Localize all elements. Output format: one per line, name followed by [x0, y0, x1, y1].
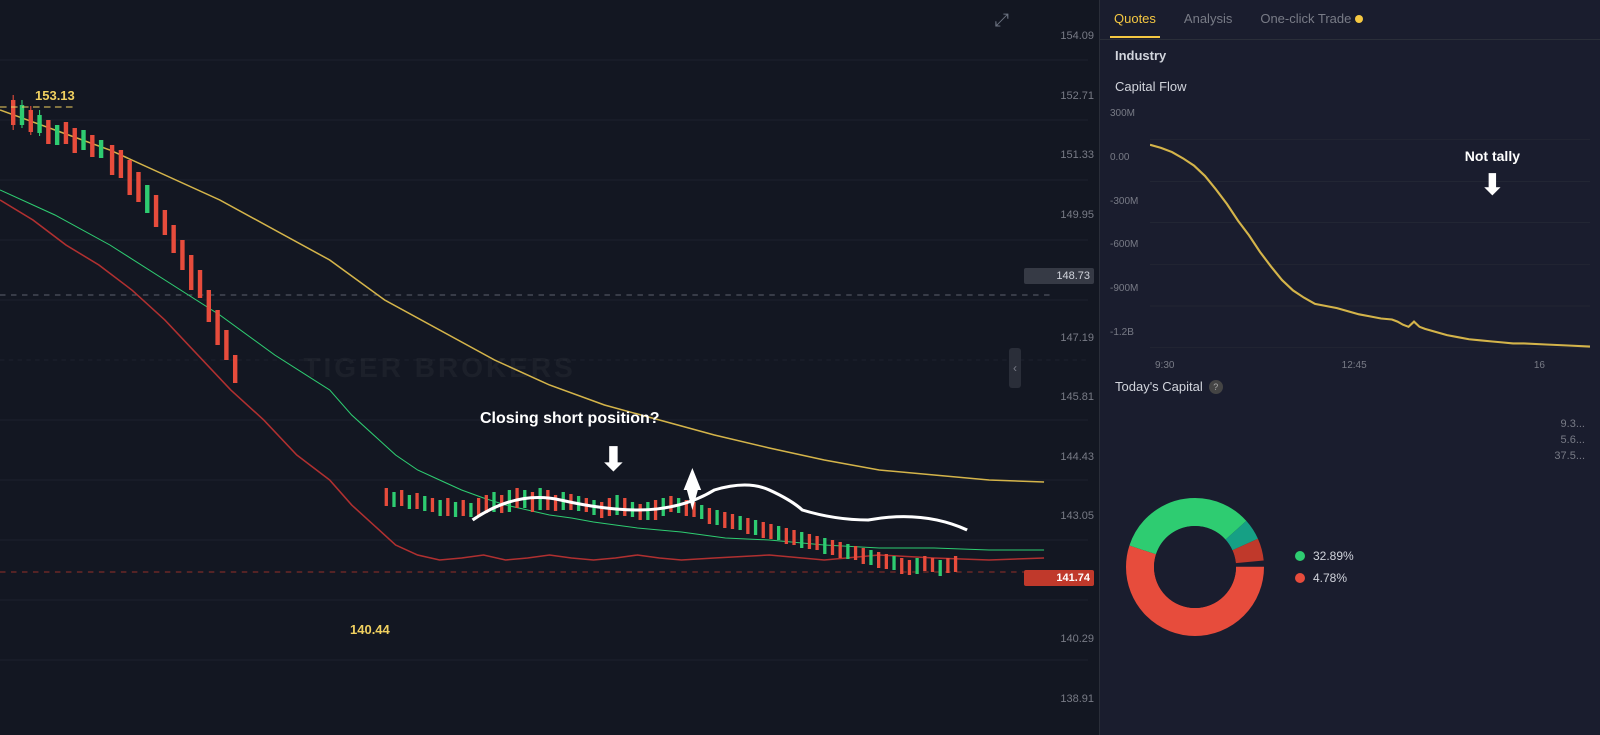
donut-area: 32.89% 4.78% 9.3... 5.6... 37.5... — [1100, 398, 1600, 735]
toggle-dot-icon — [1355, 15, 1363, 23]
legend-item-green: 32.89% — [1295, 549, 1354, 563]
price-label: 138.91 — [1024, 693, 1094, 705]
flow-y-label: 300M — [1110, 108, 1138, 119]
todays-capital-title: Today's Capital — [1115, 379, 1203, 394]
legend-dot-red — [1295, 573, 1305, 583]
flow-chart-svg — [1150, 98, 1590, 358]
right-panel: Quotes Analysis One-click Trade Industry… — [1100, 0, 1600, 735]
price-label: 147.19 — [1024, 332, 1094, 344]
legend-pct-green: 32.89% — [1313, 549, 1354, 563]
collapse-icon: ‹ — [1013, 361, 1017, 375]
legend-item-red: 4.78% — [1295, 571, 1354, 585]
price-label-red: 141.74 — [1024, 570, 1094, 586]
tab-one-click-trade[interactable]: One-click Trade — [1256, 1, 1367, 38]
tab-analysis[interactable]: Analysis — [1180, 1, 1236, 38]
donut-legend: 32.89% 4.78% — [1295, 549, 1354, 585]
price-axis: 154.09 152.71 151.33 149.95 148.73 147.1… — [1019, 0, 1099, 735]
legend-pct-red: 4.78% — [1313, 571, 1347, 585]
donut-chart — [1115, 487, 1275, 647]
sub-header: Industry — [1100, 40, 1600, 71]
legend-dot-green — [1295, 551, 1305, 561]
flow-y-label: 0.00 — [1110, 152, 1138, 163]
yellow-label-low: 140.44 — [350, 622, 390, 637]
chart-svg — [0, 0, 1099, 735]
flow-x-label-end: 16 — [1534, 360, 1545, 371]
price-label: 143.05 — [1024, 510, 1094, 522]
price-label: 140.29 — [1024, 633, 1094, 645]
flow-y-label: -1.2B — [1110, 327, 1138, 338]
capital-flow-title: Capital Flow — [1100, 71, 1600, 98]
right-numbers: 9.3... 5.6... 37.5... — [1554, 418, 1585, 462]
flow-x-label-mid: 12:45 — [1342, 360, 1367, 371]
chart-area: ⤢ TIGER BROKERS — [0, 0, 1100, 735]
tab-one-click-trade-label: One-click Trade — [1260, 11, 1351, 26]
price-label: 152.71 — [1024, 90, 1094, 102]
tabs-bar: Quotes Analysis One-click Trade — [1100, 0, 1600, 40]
flow-chart-area: 300M 0.00 -300M -600M -900M -1.2B Not ta… — [1100, 98, 1600, 358]
flow-y-label: -600M — [1110, 239, 1138, 250]
collapse-handle[interactable]: ‹ — [1009, 348, 1021, 388]
donut-svg — [1115, 487, 1275, 647]
flow-y-labels: 300M 0.00 -300M -600M -900M -1.2B — [1110, 108, 1138, 338]
flow-x-label-start: 9:30 — [1155, 360, 1174, 371]
right-number-2: 5.6... — [1554, 434, 1585, 446]
right-number-1: 9.3... — [1554, 418, 1585, 430]
price-label: 144.43 — [1024, 451, 1094, 463]
price-label: 154.09 — [1024, 30, 1094, 42]
chart-canvas: ⤢ TIGER BROKERS — [0, 0, 1099, 735]
flow-y-label: -300M — [1110, 196, 1138, 207]
right-number-3: 37.5... — [1554, 450, 1585, 462]
expand-icon[interactable]: ⤢ — [995, 10, 1009, 31]
tab-quotes[interactable]: Quotes — [1110, 1, 1160, 38]
price-label: 151.33 — [1024, 149, 1094, 161]
price-label-current: 148.73 — [1024, 268, 1094, 284]
flow-y-label: -900M — [1110, 283, 1138, 294]
flow-x-labels: 9:30 12:45 16 — [1100, 358, 1600, 371]
todays-capital-section: Today's Capital ? — [1100, 371, 1600, 398]
yellow-label-high: 153.13 — [35, 88, 75, 103]
price-label: 145.81 — [1024, 391, 1094, 403]
help-icon[interactable]: ? — [1209, 380, 1223, 394]
price-label: 149.95 — [1024, 209, 1094, 221]
